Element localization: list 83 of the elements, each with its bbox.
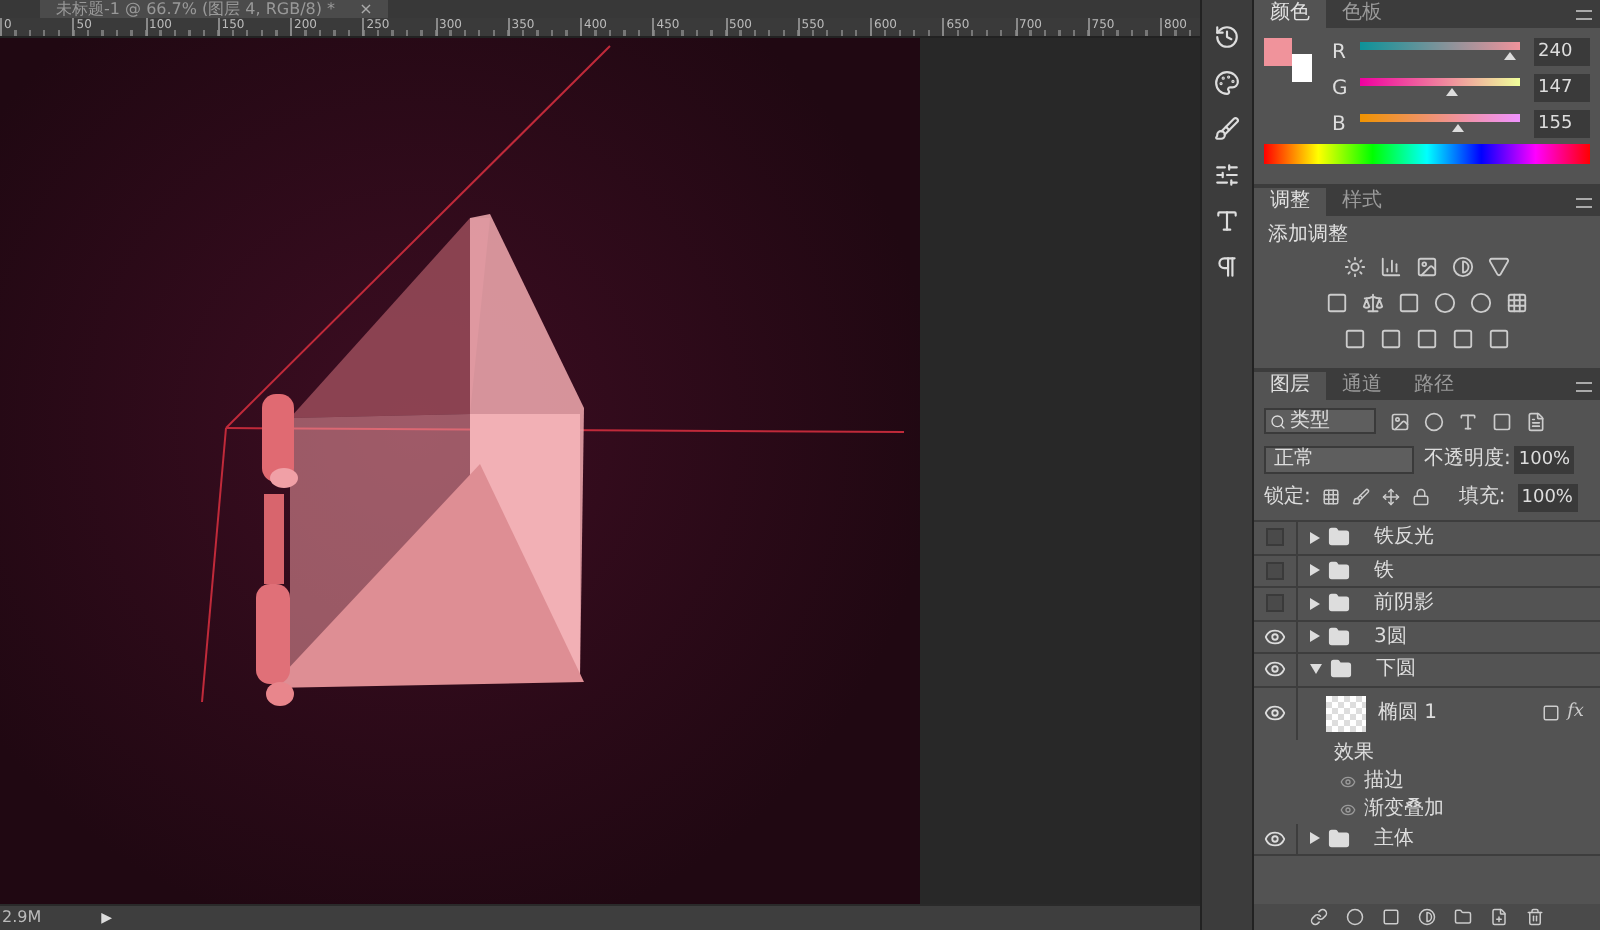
visibility-eye-icon[interactable]	[1264, 827, 1286, 850]
sliders-icon[interactable]	[1214, 162, 1240, 188]
brightness-icon[interactable]	[1344, 256, 1366, 278]
paragraph-icon[interactable]	[1214, 254, 1240, 280]
folder-icon	[1328, 625, 1350, 648]
lock-position-icon[interactable]	[1382, 488, 1401, 506]
effect-eye-icon[interactable]	[1340, 773, 1356, 789]
channel-label: G	[1332, 75, 1350, 103]
channel-value-field[interactable]: 155	[1534, 110, 1590, 138]
visibility-checkbox[interactable]	[1266, 528, 1284, 547]
visibility-eye-icon[interactable]	[1264, 658, 1286, 681]
channel-label: R	[1332, 39, 1348, 67]
lock-paint-icon[interactable]	[1352, 488, 1371, 506]
type-filter-icon[interactable]	[1458, 411, 1478, 431]
layer-name[interactable]: 3圆	[1374, 621, 1407, 652]
history-icon[interactable]	[1214, 24, 1240, 50]
new-group-icon[interactable]	[1454, 908, 1472, 926]
layer-name[interactable]: 铁反光	[1374, 522, 1434, 553]
panel-tab[interactable]: 颜色	[1254, 0, 1326, 28]
document-tab[interactable]: 未标题-1 @ 66.7% (图层 4, RGB/8) * ×	[40, 0, 389, 18]
visibility-checkbox[interactable]	[1266, 594, 1284, 613]
folder-icon	[1328, 592, 1350, 615]
effects-label: 效果	[1334, 739, 1376, 767]
panel-tab[interactable]: 调整	[1254, 188, 1326, 216]
layer-name[interactable]: 前阴影	[1374, 588, 1434, 619]
background-swatch[interactable]	[1292, 54, 1312, 82]
folder-icon	[1328, 827, 1350, 850]
channel-slider[interactable]	[1360, 114, 1520, 134]
channel-slider[interactable]	[1360, 42, 1520, 62]
blend-mode-dropdown[interactable]: 正常	[1264, 445, 1414, 473]
folder-icon	[1330, 658, 1352, 681]
color-balance-icon[interactable]	[1362, 292, 1384, 314]
transparent-thumbnail	[1326, 695, 1366, 731]
panel-tab[interactable]: 样式	[1326, 188, 1398, 216]
levels-icon[interactable]	[1380, 256, 1402, 278]
search-icon	[1270, 413, 1286, 429]
folder-icon	[1328, 526, 1350, 549]
filter-dropdown[interactable]: 类型	[1264, 408, 1376, 434]
panel-tab[interactable]: 图层	[1254, 372, 1326, 400]
document-size: 2.9M	[2, 906, 42, 930]
channel-value-field[interactable]: 147	[1534, 74, 1590, 102]
fill-field[interactable]: 100%	[1517, 483, 1578, 511]
foreground-swatch[interactable]	[1264, 38, 1292, 66]
visibility-eye-icon[interactable]	[1264, 702, 1286, 724]
panel-heading: 添加调整	[1268, 221, 1350, 250]
slider-thumb[interactable]	[1504, 52, 1517, 60]
channel-slider[interactable]	[1360, 78, 1520, 98]
panel-menu-icon[interactable]	[1576, 10, 1592, 20]
palette-icon[interactable]	[1214, 70, 1240, 96]
channel-label: B	[1332, 111, 1348, 139]
channel-value-field[interactable]: 240	[1534, 38, 1590, 66]
slider-thumb[interactable]	[1446, 88, 1459, 96]
panel-menu-icon[interactable]	[1576, 382, 1592, 392]
effect-name[interactable]: 渐变叠加	[1364, 794, 1444, 824]
panel-tab[interactable]: 通道	[1326, 372, 1398, 400]
slider-thumb[interactable]	[1451, 124, 1464, 132]
brush-icon[interactable]	[1214, 116, 1240, 142]
opacity-label: 不透明度:	[1424, 445, 1511, 474]
effect-eye-icon[interactable]	[1340, 801, 1356, 817]
visibility-checkbox[interactable]	[1266, 561, 1284, 580]
link-icon[interactable]	[1310, 908, 1328, 926]
trash-icon[interactable]	[1526, 908, 1544, 926]
effect-name[interactable]: 描边	[1364, 766, 1404, 796]
color-spectrum-bar[interactable]	[1264, 144, 1590, 164]
layer-name[interactable]: 椭圆 1	[1378, 698, 1438, 728]
lock-transparency-icon[interactable]	[1322, 488, 1341, 506]
panel-tab[interactable]: 路径	[1398, 372, 1470, 400]
layer-name[interactable]: 下圆	[1376, 654, 1416, 685]
filter-value: 类型	[1290, 407, 1330, 436]
layer-name[interactable]: 铁	[1374, 555, 1394, 586]
close-icon[interactable]: ×	[359, 0, 373, 18]
folder-icon	[1328, 559, 1350, 582]
character-icon[interactable]	[1214, 208, 1240, 234]
panel-tab[interactable]: 色板	[1326, 0, 1398, 28]
fill-label: 填充:	[1458, 483, 1506, 512]
opacity-field[interactable]: 100%	[1514, 445, 1575, 473]
lock-icon[interactable]	[1412, 488, 1431, 506]
lock-label: 锁定:	[1264, 483, 1311, 512]
new-layer-icon[interactable]	[1490, 908, 1508, 926]
layer-name[interactable]: 主体	[1374, 823, 1414, 854]
panel-menu-icon[interactable]	[1576, 198, 1592, 208]
fx-icon: fx	[1567, 699, 1584, 727]
visibility-eye-icon[interactable]	[1264, 625, 1286, 648]
